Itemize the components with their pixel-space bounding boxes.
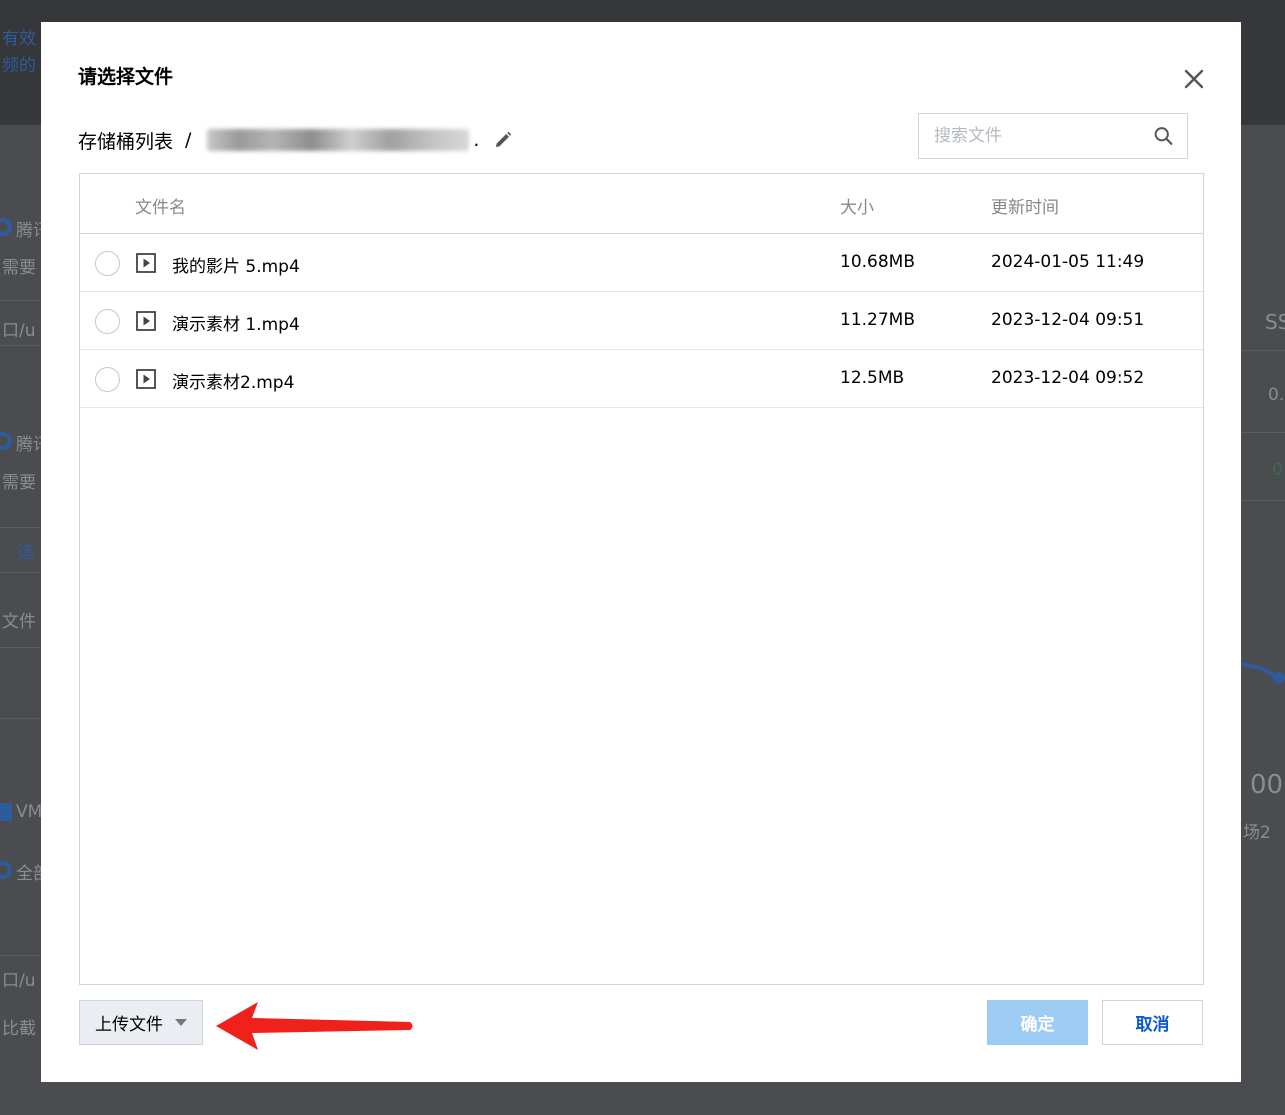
bg-text: 0. (1268, 385, 1285, 405)
breadcrumb: 存储桶列表 / . (78, 125, 513, 155)
bg-text: 场2 (1243, 823, 1271, 843)
table-row[interactable]: 演示素材2.mp4 12.5MB 2023-12-04 09:52 (80, 350, 1203, 408)
video-file-icon (136, 311, 156, 331)
table-row[interactable]: 演示素材 1.mp4 11.27MB 2023-12-04 09:51 (80, 292, 1203, 350)
row-radio[interactable] (95, 367, 120, 392)
bucket-name-redacted (207, 129, 470, 151)
bg-text: VM (16, 802, 43, 822)
file-size: 12.5MB (840, 368, 905, 388)
bg-text: 口/u (2, 321, 36, 341)
cancel-button[interactable]: 取消 (1102, 1000, 1203, 1045)
breadcrumb-separator: / (185, 129, 192, 151)
bg-radio (0, 218, 12, 236)
video-file-icon (136, 253, 156, 273)
dialog-title: 请选择文件 (78, 66, 174, 88)
bg-text: 0 (1272, 460, 1283, 480)
upload-button-label: 上传文件 (95, 1015, 163, 1035)
file-size: 11.27MB (840, 310, 915, 330)
file-name: 我的影片 5.mp4 (172, 257, 300, 277)
upload-file-dropdown-button[interactable]: 上传文件 (79, 1000, 203, 1045)
file-updated-time: 2023-12-04 09:51 (991, 310, 1145, 330)
breadcrumb-root[interactable]: 存储桶列表 (78, 127, 173, 154)
select-file-dialog: 请选择文件 存储桶列表 / . 文件名 大小 更新时间 (41, 22, 1241, 1082)
search-icon[interactable] (1153, 124, 1174, 148)
pencil-icon[interactable] (493, 130, 513, 150)
bg-text: 口/u (2, 971, 36, 991)
bg-radio (0, 861, 12, 879)
close-icon[interactable] (1181, 66, 1207, 92)
bg-text: 需要 (2, 473, 36, 493)
row-radio[interactable] (95, 309, 120, 334)
column-header-updated: 更新时间 (991, 198, 1059, 218)
row-radio[interactable] (95, 251, 120, 276)
bucket-name-suffix: . (473, 129, 480, 151)
file-updated-time: 2024-01-05 11:49 (991, 252, 1145, 272)
file-name: 演示素材 1.mp4 (172, 315, 300, 335)
caret-down-icon (175, 1019, 187, 1026)
bg-text: 比截 (2, 1019, 36, 1039)
bg-text: 选 (17, 543, 34, 563)
video-file-icon (136, 369, 156, 389)
search-input[interactable] (919, 114, 1153, 158)
table-row[interactable]: 我的影片 5.mp4 10.68MB 2024-01-05 11:49 (80, 234, 1203, 292)
file-size: 10.68MB (840, 252, 915, 272)
bg-radio (0, 432, 12, 450)
annotation-arrow-icon (216, 1002, 413, 1050)
column-header-size: 大小 (840, 198, 874, 218)
confirm-button[interactable]: 确定 (987, 1000, 1088, 1045)
bg-text: SS (1265, 310, 1285, 334)
bg-text: 频的 (2, 56, 36, 76)
file-updated-time: 2023-12-04 09:52 (991, 368, 1145, 388)
bg-text: 00 (1250, 770, 1284, 800)
bg-text: 需要 (2, 258, 36, 278)
bg-checkbox (0, 803, 12, 821)
file-table: 文件名 大小 更新时间 我的影片 5.mp4 10.68MB 2024-01-0… (79, 173, 1204, 985)
file-name: 演示素材2.mp4 (172, 373, 295, 393)
table-header: 文件名 大小 更新时间 (80, 174, 1203, 234)
bg-text: 文件 (2, 612, 36, 632)
bg-text: 有效 (2, 29, 36, 49)
search-box (918, 113, 1188, 159)
bg-chart-line (1241, 662, 1285, 684)
column-header-name: 文件名 (135, 198, 186, 218)
